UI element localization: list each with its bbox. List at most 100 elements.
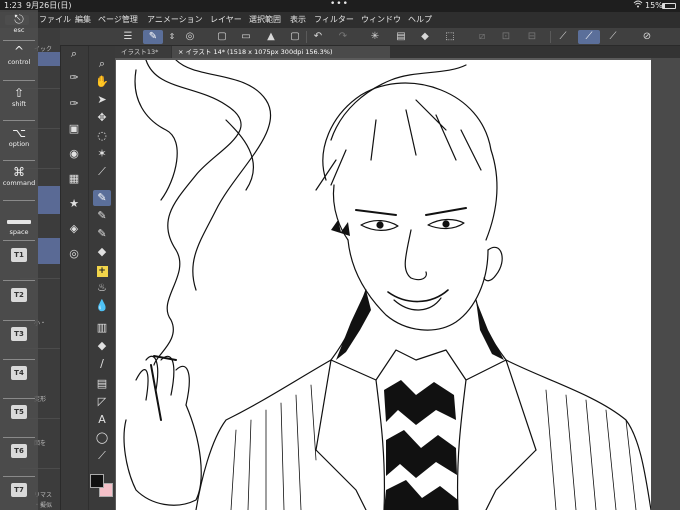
correction-tool-icon[interactable]: ◈ [65, 221, 83, 237]
selected-subtool[interactable] [38, 52, 60, 66]
correction-line-icon[interactable]: ⟋ [93, 448, 111, 464]
menu-page-management[interactable]: ページ管理 [98, 12, 138, 28]
selection-clear-icon[interactable]: ⊟ [525, 30, 539, 44]
water-drop-icon[interactable]: 💧 [93, 298, 111, 314]
pen-icon[interactable]: ✎ [93, 190, 111, 206]
control-key[interactable]: ^ control [0, 44, 38, 66]
gradient-icon[interactable]: ▥ [93, 320, 111, 336]
layer-tool-icon[interactable]: ▣ [65, 121, 83, 137]
frame-border-icon[interactable]: ◸ [93, 394, 111, 410]
menu-bar: ファイル 編集 ページ管理 アニメーション レイヤー 選択範囲 表示 フィルター… [0, 12, 680, 28]
new-canvas-icon[interactable]: ▢ [215, 30, 229, 44]
key-divider [3, 398, 35, 399]
menu-selection[interactable]: 選択範囲 [249, 12, 281, 28]
menu-view[interactable]: 表示 [290, 12, 306, 28]
esc-key[interactable]: ⎋ esc [0, 12, 38, 34]
menu-layer[interactable]: レイヤー [210, 12, 242, 28]
tool-palette: ⌕ ✋ ➤ ✥ ◌ ✶ ⟋ ✎ ✎ ✎ ◆ + ♨ 💧 ▥ ◆ ∕ ▤ ◸ A … [88, 46, 115, 510]
clip-studio-window: 1:23 9月26日(日) ••• 15% ファイル 編集 ページ管理 アニメー… [0, 0, 680, 510]
canvas-paper[interactable] [116, 60, 651, 510]
loading-icon[interactable]: ✳ [368, 30, 382, 44]
text-icon[interactable]: A [93, 412, 111, 428]
figure-tool-icon[interactable]: ▦ [65, 171, 83, 187]
command-key[interactable]: ⌘ command [0, 165, 38, 187]
line-icon[interactable]: ∕ [93, 356, 111, 372]
operation-icon[interactable]: ➤ [93, 92, 111, 108]
brush-group-icon[interactable]: ✑ [65, 96, 83, 112]
ios-status-bar: 1:23 9月26日(日) ••• 15% [0, 0, 680, 12]
lasso-icon[interactable]: ◌ [93, 128, 111, 144]
crop-icon[interactable]: ⊡ [499, 30, 513, 44]
menu-window[interactable]: ウィンドウ [361, 12, 401, 28]
tab-illustration-14[interactable]: × イラスト 14* (1518 x 1075px 300dpi 156.3%) [172, 46, 390, 58]
balloon-icon[interactable]: ◯ [93, 430, 111, 446]
esc-icon: ⎋ [14, 12, 24, 26]
stepper-icon[interactable]: ⇕ [165, 30, 179, 44]
custom-key-t1[interactable]: T1 [11, 248, 27, 262]
menu-file[interactable]: ファイル [39, 12, 71, 28]
space-key[interactable]: space [0, 228, 38, 236]
fill-bucket-icon[interactable]: ◆ [93, 338, 111, 354]
open-file-icon[interactable]: ▭ [239, 30, 253, 44]
zoom-icon[interactable]: ⌕ [93, 56, 111, 72]
layer-stack-icon[interactable]: ◎ [65, 246, 83, 262]
save-icon[interactable]: ▲ [264, 30, 278, 44]
magic-wand-icon[interactable]: ✶ [93, 146, 111, 162]
key-divider [3, 240, 35, 241]
toolbar-divider [306, 31, 307, 43]
key-divider [3, 200, 35, 201]
export-icon[interactable]: ▢ [288, 30, 302, 44]
help-icon[interactable]: ⊘ [640, 30, 654, 44]
clear-icon[interactable]: ▤ [394, 30, 408, 44]
multitask-dots[interactable]: ••• [330, 0, 349, 10]
ruler-icon[interactable]: ▤ [93, 376, 111, 392]
selected-subtool[interactable] [38, 186, 60, 214]
canvas-viewport[interactable] [115, 58, 680, 510]
tab-illustration-13[interactable]: イラスト13* [115, 46, 171, 58]
undo-icon[interactable]: ↶ [311, 30, 325, 44]
eraser-icon[interactable]: ◆ [93, 244, 111, 260]
custom-key-t3[interactable]: T3 [11, 327, 27, 341]
custom-key-t7[interactable]: T7 [11, 483, 27, 497]
option-key[interactable]: ⌥ option [0, 126, 38, 148]
deselect-icon[interactable]: ⧄ [475, 30, 489, 44]
custom-key-t6[interactable]: T6 [11, 444, 27, 458]
hand-icon[interactable]: ✋ [93, 74, 111, 90]
gradient-group-icon[interactable]: ◉ [65, 146, 83, 162]
redo-icon[interactable]: ↷ [336, 30, 350, 44]
pen-settings-icon[interactable]: ✎ [143, 30, 163, 44]
ruler-pen-icon[interactable]: ⟋ [556, 30, 570, 44]
menu-help[interactable]: ヘルプ [408, 12, 432, 28]
custom-key-t5[interactable]: T5 [11, 405, 27, 419]
transform-icon[interactable]: ⬚ [443, 30, 457, 44]
pencil-tool-icon[interactable]: ✎ [93, 208, 111, 224]
shift-key[interactable]: ⇧ shift [0, 86, 38, 108]
zoom-tool-icon[interactable]: ⌕ [65, 46, 83, 62]
menu-filter[interactable]: フィルター [314, 12, 354, 28]
decoration-icon[interactable]: + [93, 262, 111, 278]
fill-icon[interactable]: ◆ [418, 30, 432, 44]
pen-group-icon[interactable]: ✑ [65, 70, 83, 86]
edge-keyboard-overlay: ⎋ esc ^ control ⇧ shift ⌥ option ⌘ comma… [0, 10, 38, 510]
blend-icon[interactable]: ♨ [93, 280, 111, 296]
key-divider [3, 40, 35, 41]
move-icon[interactable]: ✥ [93, 110, 111, 126]
main-color-swatch[interactable] [90, 474, 104, 488]
hamburger-menu-icon[interactable]: ☰ [121, 30, 135, 44]
key-divider [3, 320, 35, 321]
pencil-icon[interactable]: ⟋ [606, 30, 620, 44]
selected-subtool[interactable] [38, 238, 60, 264]
stabilizer-icon[interactable]: ◎ [183, 30, 197, 44]
eyedropper-icon[interactable]: ⟋ [93, 164, 111, 180]
custom-key-t4[interactable]: T4 [11, 366, 27, 380]
key-divider [3, 120, 35, 121]
brush-pen-icon[interactable]: ⟋ [578, 30, 600, 44]
key-divider [3, 476, 35, 477]
menu-edit[interactable]: 編集 [75, 12, 91, 28]
menu-animation[interactable]: アニメーション [147, 12, 203, 28]
frame-tool-icon[interactable]: ★ [65, 196, 83, 212]
brush-icon[interactable]: ✎ [93, 226, 111, 242]
spacebar-icon [7, 220, 31, 224]
command-bar: ☰ ✎ ⇕ ◎ ▢ ▭ ▲ ▢ ↶ ↷ ✳ ▤ ◆ ⬚ ⧄ ⊡ ⊟ ⟋ ⟋ ⟋ … [0, 28, 680, 46]
custom-key-t2[interactable]: T2 [11, 288, 27, 302]
